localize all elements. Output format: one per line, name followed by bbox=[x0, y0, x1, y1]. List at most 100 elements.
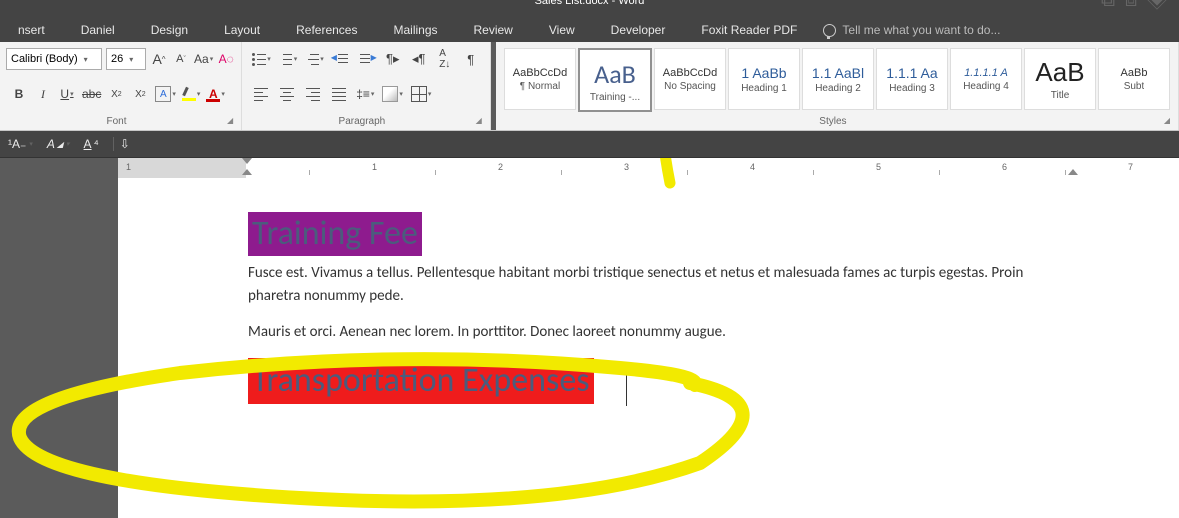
show-marks-button[interactable]: ¶ bbox=[462, 49, 480, 69]
style-label: Subt bbox=[1124, 81, 1145, 92]
qat-item-1[interactable]: ¹A₋▾ bbox=[8, 137, 33, 151]
style-tile-no-spacing[interactable]: AaBbCcDd No Spacing bbox=[654, 48, 726, 110]
right-indent-marker[interactable] bbox=[1068, 169, 1078, 175]
ltr-button[interactable]: ¶▸ bbox=[384, 49, 402, 69]
paragraph-dialog-icon[interactable]: ◢ bbox=[476, 116, 482, 125]
style-preview: 1 AaBb bbox=[741, 65, 786, 81]
tab-daniel[interactable]: Daniel bbox=[63, 18, 133, 42]
style-label: Heading 4 bbox=[963, 81, 1009, 92]
shading-button[interactable]: ▾ bbox=[382, 84, 403, 104]
style-preview: 1.1.1.1 A bbox=[964, 67, 1008, 79]
text-cursor bbox=[626, 362, 627, 406]
style-label: Heading 3 bbox=[889, 83, 935, 94]
style-preview: AaBb bbox=[1121, 67, 1148, 79]
tab-design[interactable]: Design bbox=[133, 18, 206, 42]
qat-item-2[interactable]: A◢▾ bbox=[47, 137, 70, 151]
horizontal-ruler[interactable]: 1 1 2 3 4 5 6 7 bbox=[118, 158, 1179, 179]
font-group-label: Font bbox=[107, 116, 127, 127]
styles-dialog-icon[interactable]: ◢ bbox=[1164, 116, 1170, 125]
subscript-button[interactable]: X2 bbox=[107, 84, 125, 104]
left-gutter bbox=[0, 178, 118, 518]
borders-button[interactable]: ▾ bbox=[411, 84, 432, 104]
tab-review[interactable]: Review bbox=[456, 18, 531, 42]
underline-button[interactable]: U▾ bbox=[58, 84, 76, 104]
style-tile-heading-2[interactable]: 1.1 AaBl Heading 2 bbox=[802, 48, 874, 110]
heading-transportation[interactable]: Transportation Expenses bbox=[248, 358, 594, 404]
style-tile-heading-1[interactable]: 1 AaBb Heading 1 bbox=[728, 48, 800, 110]
shrink-font-icon[interactable]: Aˇ bbox=[172, 49, 190, 69]
group-styles: AaBbCcDd¶ NormalAaBTraining -...AaBbCcDd… bbox=[496, 42, 1179, 130]
style-tile-subt[interactable]: AaBb Subt bbox=[1098, 48, 1170, 110]
font-color-button[interactable]: A▾ bbox=[206, 84, 225, 104]
style-tile-heading-3[interactable]: 1.1.1 Aa Heading 3 bbox=[876, 48, 948, 110]
style-label: Heading 1 bbox=[741, 83, 787, 94]
hanging-indent-marker[interactable] bbox=[242, 169, 252, 175]
tab-references[interactable]: References bbox=[278, 18, 375, 42]
style-tile-heading-4[interactable]: 1.1.1.1 A Heading 4 bbox=[950, 48, 1022, 110]
lightbulb-icon bbox=[823, 24, 836, 37]
page[interactable]: Training Fee Fusce est. Vivamus a tellus… bbox=[118, 178, 1179, 518]
align-right-button[interactable] bbox=[304, 84, 322, 104]
document-area: 1 1 2 3 4 5 6 7 Training Fee Fusce est. … bbox=[0, 158, 1179, 518]
tab-developer[interactable]: Developer bbox=[593, 18, 684, 42]
style-label: Heading 2 bbox=[815, 83, 861, 94]
group-paragraph: ▾ ▾ ▾ ¶▸ ◂¶ AZ↓ ¶ ‡≡▾ ▾ ▾ Paragraph ◢ bbox=[242, 42, 491, 130]
rtl-button[interactable]: ◂¶ bbox=[410, 49, 428, 69]
decrease-indent-button[interactable] bbox=[332, 49, 350, 69]
style-preview: 1.1.1 Aa bbox=[886, 65, 937, 81]
window-title: Sales List.docx - Word bbox=[535, 0, 645, 5]
tab-layout[interactable]: Layout bbox=[206, 18, 278, 42]
tab-insert[interactable]: nsert bbox=[0, 18, 63, 42]
align-left-button[interactable] bbox=[252, 84, 270, 104]
ribbon: Calibri (Body)▾ 26▾ A^ Aˇ Aa▾ A◌ B I U▾ … bbox=[0, 42, 1179, 131]
heading-training-fee[interactable]: Training Fee bbox=[248, 212, 422, 256]
grow-font-icon[interactable]: A^ bbox=[150, 49, 168, 69]
increase-indent-button[interactable] bbox=[358, 49, 376, 69]
font-size-combo[interactable]: 26▾ bbox=[106, 48, 146, 70]
style-label: ¶ Normal bbox=[520, 81, 560, 92]
first-line-indent-marker[interactable] bbox=[242, 158, 252, 164]
style-preview: AaBbCcDd bbox=[663, 67, 717, 79]
tell-me[interactable]: Tell me what you want to do... bbox=[823, 23, 1000, 37]
align-center-button[interactable] bbox=[278, 84, 296, 104]
font-dialog-icon[interactable]: ◢ bbox=[227, 116, 233, 125]
sort-button[interactable]: AZ↓ bbox=[436, 49, 454, 69]
italic-button[interactable]: I bbox=[34, 84, 52, 104]
styles-gallery[interactable]: AaBbCcDd¶ NormalAaBTraining -...AaBbCcDd… bbox=[502, 46, 1172, 114]
body-paragraph-1[interactable]: Fusce est. Vivamus a tellus. Pellentesqu… bbox=[248, 262, 1078, 307]
style-preview: 1.1 AaBl bbox=[812, 65, 864, 81]
body-paragraph-2[interactable]: Mauris et orci. Aenean nec lorem. In por… bbox=[248, 321, 1078, 344]
group-font: Calibri (Body)▾ 26▾ A^ Aˇ Aa▾ A◌ B I U▾ … bbox=[0, 42, 242, 130]
line-spacing-button[interactable]: ‡≡▾ bbox=[356, 84, 374, 104]
multilevel-button[interactable]: ▾ bbox=[305, 49, 324, 69]
highlight-button[interactable]: ▾ bbox=[182, 84, 201, 104]
style-label: Title bbox=[1051, 90, 1070, 101]
corner-decor: ⧉ ⧈ ◈ bbox=[1101, 0, 1169, 4]
text-effects-button[interactable]: A▾ bbox=[155, 84, 176, 104]
font-name-combo[interactable]: Calibri (Body)▾ bbox=[6, 48, 102, 70]
bold-button[interactable]: B bbox=[10, 84, 28, 104]
justify-button[interactable] bbox=[330, 84, 348, 104]
style-tile-training-[interactable]: AaB Training -... bbox=[578, 48, 652, 112]
change-case-icon[interactable]: Aa▾ bbox=[194, 49, 213, 69]
menu-bar: nsert Daniel Design Layout References Ma… bbox=[0, 18, 1179, 42]
title-bar: Sales List.docx - Word ⧉ ⧈ ◈ bbox=[0, 0, 1179, 18]
tab-mailings[interactable]: Mailings bbox=[375, 18, 455, 42]
bullets-button[interactable]: ▾ bbox=[252, 49, 271, 69]
qat-item-3[interactable]: A⁴ bbox=[84, 137, 99, 151]
style-preview: AaB bbox=[594, 58, 636, 90]
clear-format-icon[interactable]: A◌ bbox=[217, 49, 235, 69]
styles-group-label: Styles bbox=[819, 116, 846, 127]
numbering-button[interactable]: ▾ bbox=[279, 49, 298, 69]
qat-overflow[interactable]: ⇩ bbox=[113, 137, 130, 151]
tab-foxit[interactable]: Foxit Reader PDF bbox=[683, 18, 815, 42]
style-label: No Spacing bbox=[664, 81, 716, 92]
paragraph-group-label: Paragraph bbox=[339, 116, 386, 127]
style-tile-title[interactable]: AaBTitle bbox=[1024, 48, 1096, 110]
style-tile--normal[interactable]: AaBbCcDd¶ Normal bbox=[504, 48, 576, 110]
tab-view[interactable]: View bbox=[531, 18, 593, 42]
tell-me-text: Tell me what you want to do... bbox=[842, 23, 1000, 37]
style-label: Training -... bbox=[590, 92, 640, 103]
strike-button[interactable]: abc bbox=[82, 84, 101, 104]
superscript-button[interactable]: X2 bbox=[131, 84, 149, 104]
